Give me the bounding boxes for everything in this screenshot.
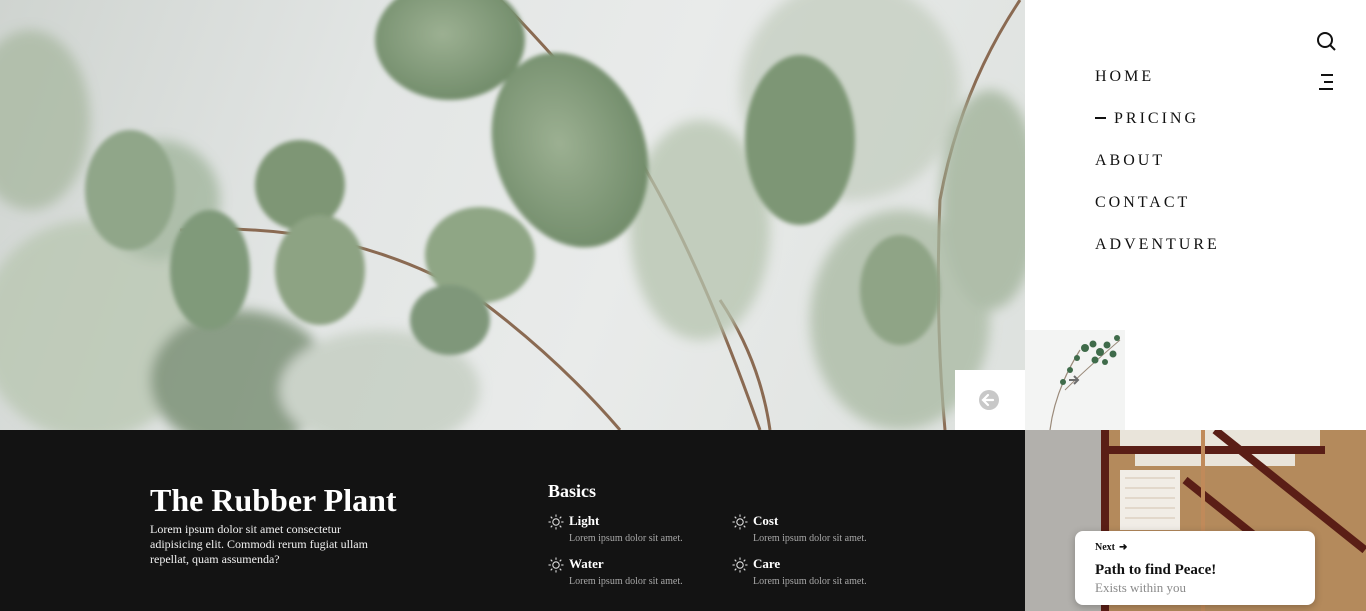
nav-item-home: HOME — [1095, 66, 1220, 108]
hamburger-icon[interactable] — [1313, 70, 1339, 94]
active-indicator — [1095, 116, 1106, 119]
slider-prev-button[interactable] — [955, 370, 1025, 430]
basic-title: Light — [569, 513, 600, 528]
nav-item-contact: CONTACT — [1095, 192, 1220, 234]
basic-title: Cost — [753, 513, 779, 528]
nav-link-home[interactable]: HOME — [1095, 66, 1154, 88]
nav-item-pricing: PRICING — [1095, 108, 1220, 150]
sun-icon — [548, 514, 564, 530]
arrow-left-circle-icon — [979, 390, 999, 410]
basic-text: Lorem ipsum dolor sit amet. — [753, 576, 867, 587]
nav-item-adventure: ADVENTURE — [1095, 234, 1220, 276]
next-subtitle: Exists within you — [1095, 580, 1187, 595]
sun-icon — [732, 514, 748, 530]
next-article-card[interactable]: Next ➜ Path to find Peace! Exists within … — [1075, 531, 1315, 605]
basic-text: Lorem ipsum dolor sit amet. — [569, 533, 683, 544]
basic-title: Water — [569, 556, 604, 571]
nav-item-about: ABOUT — [1095, 150, 1220, 192]
plant-thumbnail — [1025, 330, 1125, 430]
main-nav: HOME PRICING ABOUT CONTACT ADVENTURE — [1095, 66, 1220, 276]
nav-link-adventure[interactable]: ADVENTURE — [1095, 234, 1220, 256]
search-icon[interactable] — [1313, 28, 1339, 54]
eucalyptus-illustration — [0, 0, 1025, 430]
next-label: Next ➜ — [1095, 542, 1128, 553]
slider-next-thumbnail[interactable] — [1025, 330, 1125, 430]
next-title: Path to find Peace! — [1095, 562, 1217, 578]
plant-info-section: The Rubber Plant Lorem ipsum dolor sit a… — [0, 430, 1025, 611]
basic-title: Care — [753, 556, 781, 571]
nav-link-contact[interactable]: CONTACT — [1095, 192, 1190, 214]
basics-heading: Basics — [548, 481, 597, 501]
basic-text: Lorem ipsum dolor sit amet. — [753, 533, 867, 544]
arrow-right-icon: ➜ — [1119, 542, 1128, 553]
sun-icon — [548, 557, 564, 573]
sun-icon — [732, 557, 748, 573]
plant-description: Lorem ipsum dolor sit amet consectetur a… — [150, 522, 368, 566]
hero-plant-image — [0, 0, 1025, 430]
nav-link-pricing[interactable]: PRICING — [1095, 108, 1199, 130]
plant-title: The Rubber Plant — [150, 482, 397, 518]
basic-text: Lorem ipsum dolor sit amet. — [569, 576, 683, 587]
nav-link-about[interactable]: ABOUT — [1095, 150, 1165, 172]
